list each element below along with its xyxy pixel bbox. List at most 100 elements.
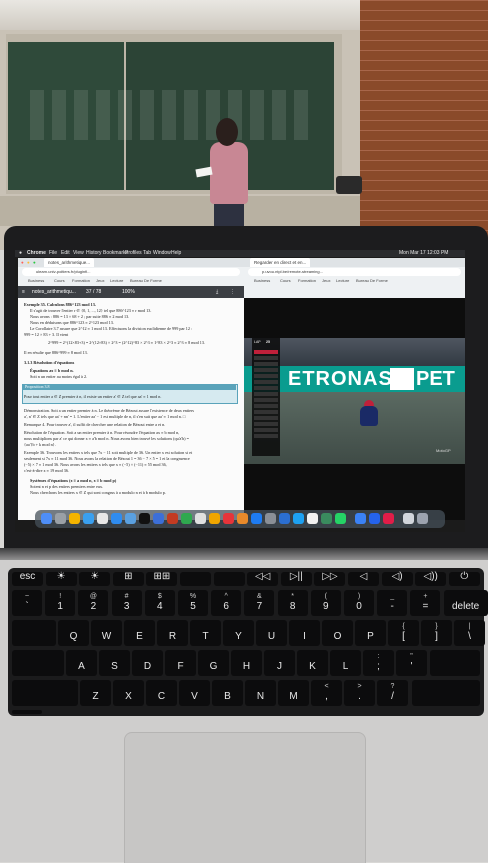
- music-icon[interactable]: [223, 513, 234, 524]
- shift-right-key[interactable]: [412, 680, 480, 706]
- function-key[interactable]: [180, 572, 211, 586]
- downloads-icon[interactable]: [403, 513, 414, 524]
- finder-icon[interactable]: [41, 513, 52, 524]
- number-key[interactable]: % 5: [178, 590, 208, 616]
- function-key[interactable]: ◁◁: [247, 571, 279, 586]
- capslock-key[interactable]: [12, 650, 64, 676]
- more-icon[interactable]: ⋮: [230, 286, 235, 298]
- tab-key[interactable]: [12, 620, 56, 646]
- apple-icon[interactable]: ●: [19, 250, 22, 257]
- files-icon[interactable]: [125, 513, 136, 524]
- app-icon[interactable]: [321, 513, 332, 524]
- number-key[interactable]: $4: [144, 590, 175, 616]
- number-key[interactable]: ~ `: [12, 590, 42, 616]
- bookmark[interactable]: Business: [254, 277, 270, 285]
- menu-item[interactable]: Window: [153, 250, 171, 257]
- number-key[interactable]: #3: [111, 590, 142, 616]
- menu-app[interactable]: Chrome: [27, 250, 46, 257]
- number-key[interactable]: @2: [78, 590, 109, 616]
- letter-key[interactable]: P: [355, 620, 386, 646]
- menu-item[interactable]: Profiles: [125, 250, 142, 257]
- function-key[interactable]: ◁)): [415, 571, 447, 586]
- bookmark[interactable]: Formation: [72, 277, 90, 285]
- letter-key[interactable]: O: [322, 620, 353, 646]
- bookmark[interactable]: Cours: [54, 277, 65, 285]
- bookmark[interactable]: Business: [28, 277, 44, 285]
- letter-key[interactable]: M: [278, 680, 309, 706]
- letter-key[interactable]: Y: [223, 620, 254, 646]
- number-key[interactable]: ) 0: [344, 590, 374, 616]
- app-icon[interactable]: [293, 513, 304, 524]
- photos-icon[interactable]: [195, 513, 206, 524]
- menu-item[interactable]: View: [73, 250, 84, 257]
- app-icon[interactable]: [383, 513, 394, 524]
- bookmark[interactable]: Bureau De Forme: [356, 277, 388, 285]
- return-key[interactable]: [430, 650, 480, 676]
- letter-key[interactable]: C: [146, 680, 177, 706]
- download-icon[interactable]: ⤓: [216, 286, 218, 298]
- notion-icon[interactable]: [307, 513, 318, 524]
- letter-key[interactable]: B: [212, 680, 243, 706]
- page-indicator[interactable]: 37 / 78: [86, 286, 101, 298]
- function-key[interactable]: ◁): [381, 571, 413, 586]
- number-key[interactable]: (9: [310, 590, 341, 616]
- menu-item[interactable]: Tab: [143, 250, 151, 257]
- bookmark[interactable]: Formation: [298, 277, 316, 285]
- safari-icon[interactable]: [83, 513, 94, 524]
- settings-icon[interactable]: [265, 513, 276, 524]
- letter-key[interactable]: K: [297, 650, 328, 676]
- letter-key[interactable]: :;: [363, 650, 394, 676]
- letter-key[interactable]: I: [289, 620, 320, 646]
- letter-key[interactable]: E: [124, 620, 155, 646]
- letter-key[interactable]: <,: [311, 680, 342, 706]
- letter-key[interactable]: G: [198, 650, 229, 676]
- app-icon[interactable]: [355, 513, 366, 524]
- function-key[interactable]: ◁: [348, 571, 379, 586]
- address-bar[interactable]: ulearn.univ-poitiers.fr/pluginfi...: [22, 268, 240, 276]
- number-key[interactable]: ^ 6: [211, 590, 242, 616]
- number-key[interactable]: & 7: [244, 590, 275, 616]
- shift-key[interactable]: [12, 680, 78, 706]
- appstore-icon[interactable]: [251, 513, 262, 524]
- address-bar[interactable]: p.uvou.ntpl.be/remote-streaming...: [248, 268, 461, 276]
- bookmark[interactable]: Cours: [280, 277, 291, 285]
- bookmark[interactable]: Jeux: [322, 277, 330, 285]
- menu-item[interactable]: Edit: [61, 250, 70, 257]
- letter-key[interactable]: " ': [396, 650, 427, 676]
- function-key[interactable]: ⏻: [448, 571, 480, 586]
- books-icon[interactable]: [237, 513, 248, 524]
- calendar-icon[interactable]: [97, 513, 108, 524]
- whatsapp-icon[interactable]: [335, 513, 346, 524]
- letter-key[interactable]: }]: [421, 620, 452, 646]
- fn-key[interactable]: [12, 710, 42, 714]
- number-key[interactable]: * 8: [277, 590, 308, 616]
- letter-key[interactable]: {[: [388, 620, 419, 646]
- excel-icon[interactable]: [181, 513, 192, 524]
- function-key[interactable]: ☀: [79, 571, 111, 586]
- powerpoint-icon[interactable]: [167, 513, 178, 524]
- number-key[interactable]: ! 1: [45, 590, 76, 616]
- letter-key[interactable]: R: [157, 620, 188, 646]
- letter-key[interactable]: F: [165, 650, 196, 676]
- function-key[interactable]: ☀: [45, 571, 77, 586]
- letter-key[interactable]: L: [330, 650, 361, 676]
- letter-key[interactable]: J: [264, 650, 295, 676]
- number-key[interactable]: + =: [410, 590, 441, 616]
- zoom-level[interactable]: 100%: [122, 286, 135, 298]
- letter-key[interactable]: V: [179, 680, 210, 706]
- menu-item[interactable]: Help: [171, 250, 181, 257]
- mail-icon[interactable]: [111, 513, 122, 524]
- letter-key[interactable]: Z: [80, 680, 111, 706]
- tab-stream[interactable]: Regarder en direct et en...: [250, 258, 311, 267]
- letter-key[interactable]: H: [231, 650, 262, 676]
- appletv-icon[interactable]: [139, 513, 150, 524]
- word-icon[interactable]: [153, 513, 164, 524]
- menu-item[interactable]: File: [49, 250, 57, 257]
- letter-key[interactable]: W: [91, 620, 122, 646]
- app-icon[interactable]: [369, 513, 380, 524]
- letter-key[interactable]: A: [66, 650, 97, 676]
- letter-key[interactable]: T: [190, 620, 221, 646]
- letter-key[interactable]: D: [132, 650, 163, 676]
- zoom-dot-icon[interactable]: ●: [33, 258, 36, 267]
- minimize-dot-icon[interactable]: ●: [27, 258, 30, 267]
